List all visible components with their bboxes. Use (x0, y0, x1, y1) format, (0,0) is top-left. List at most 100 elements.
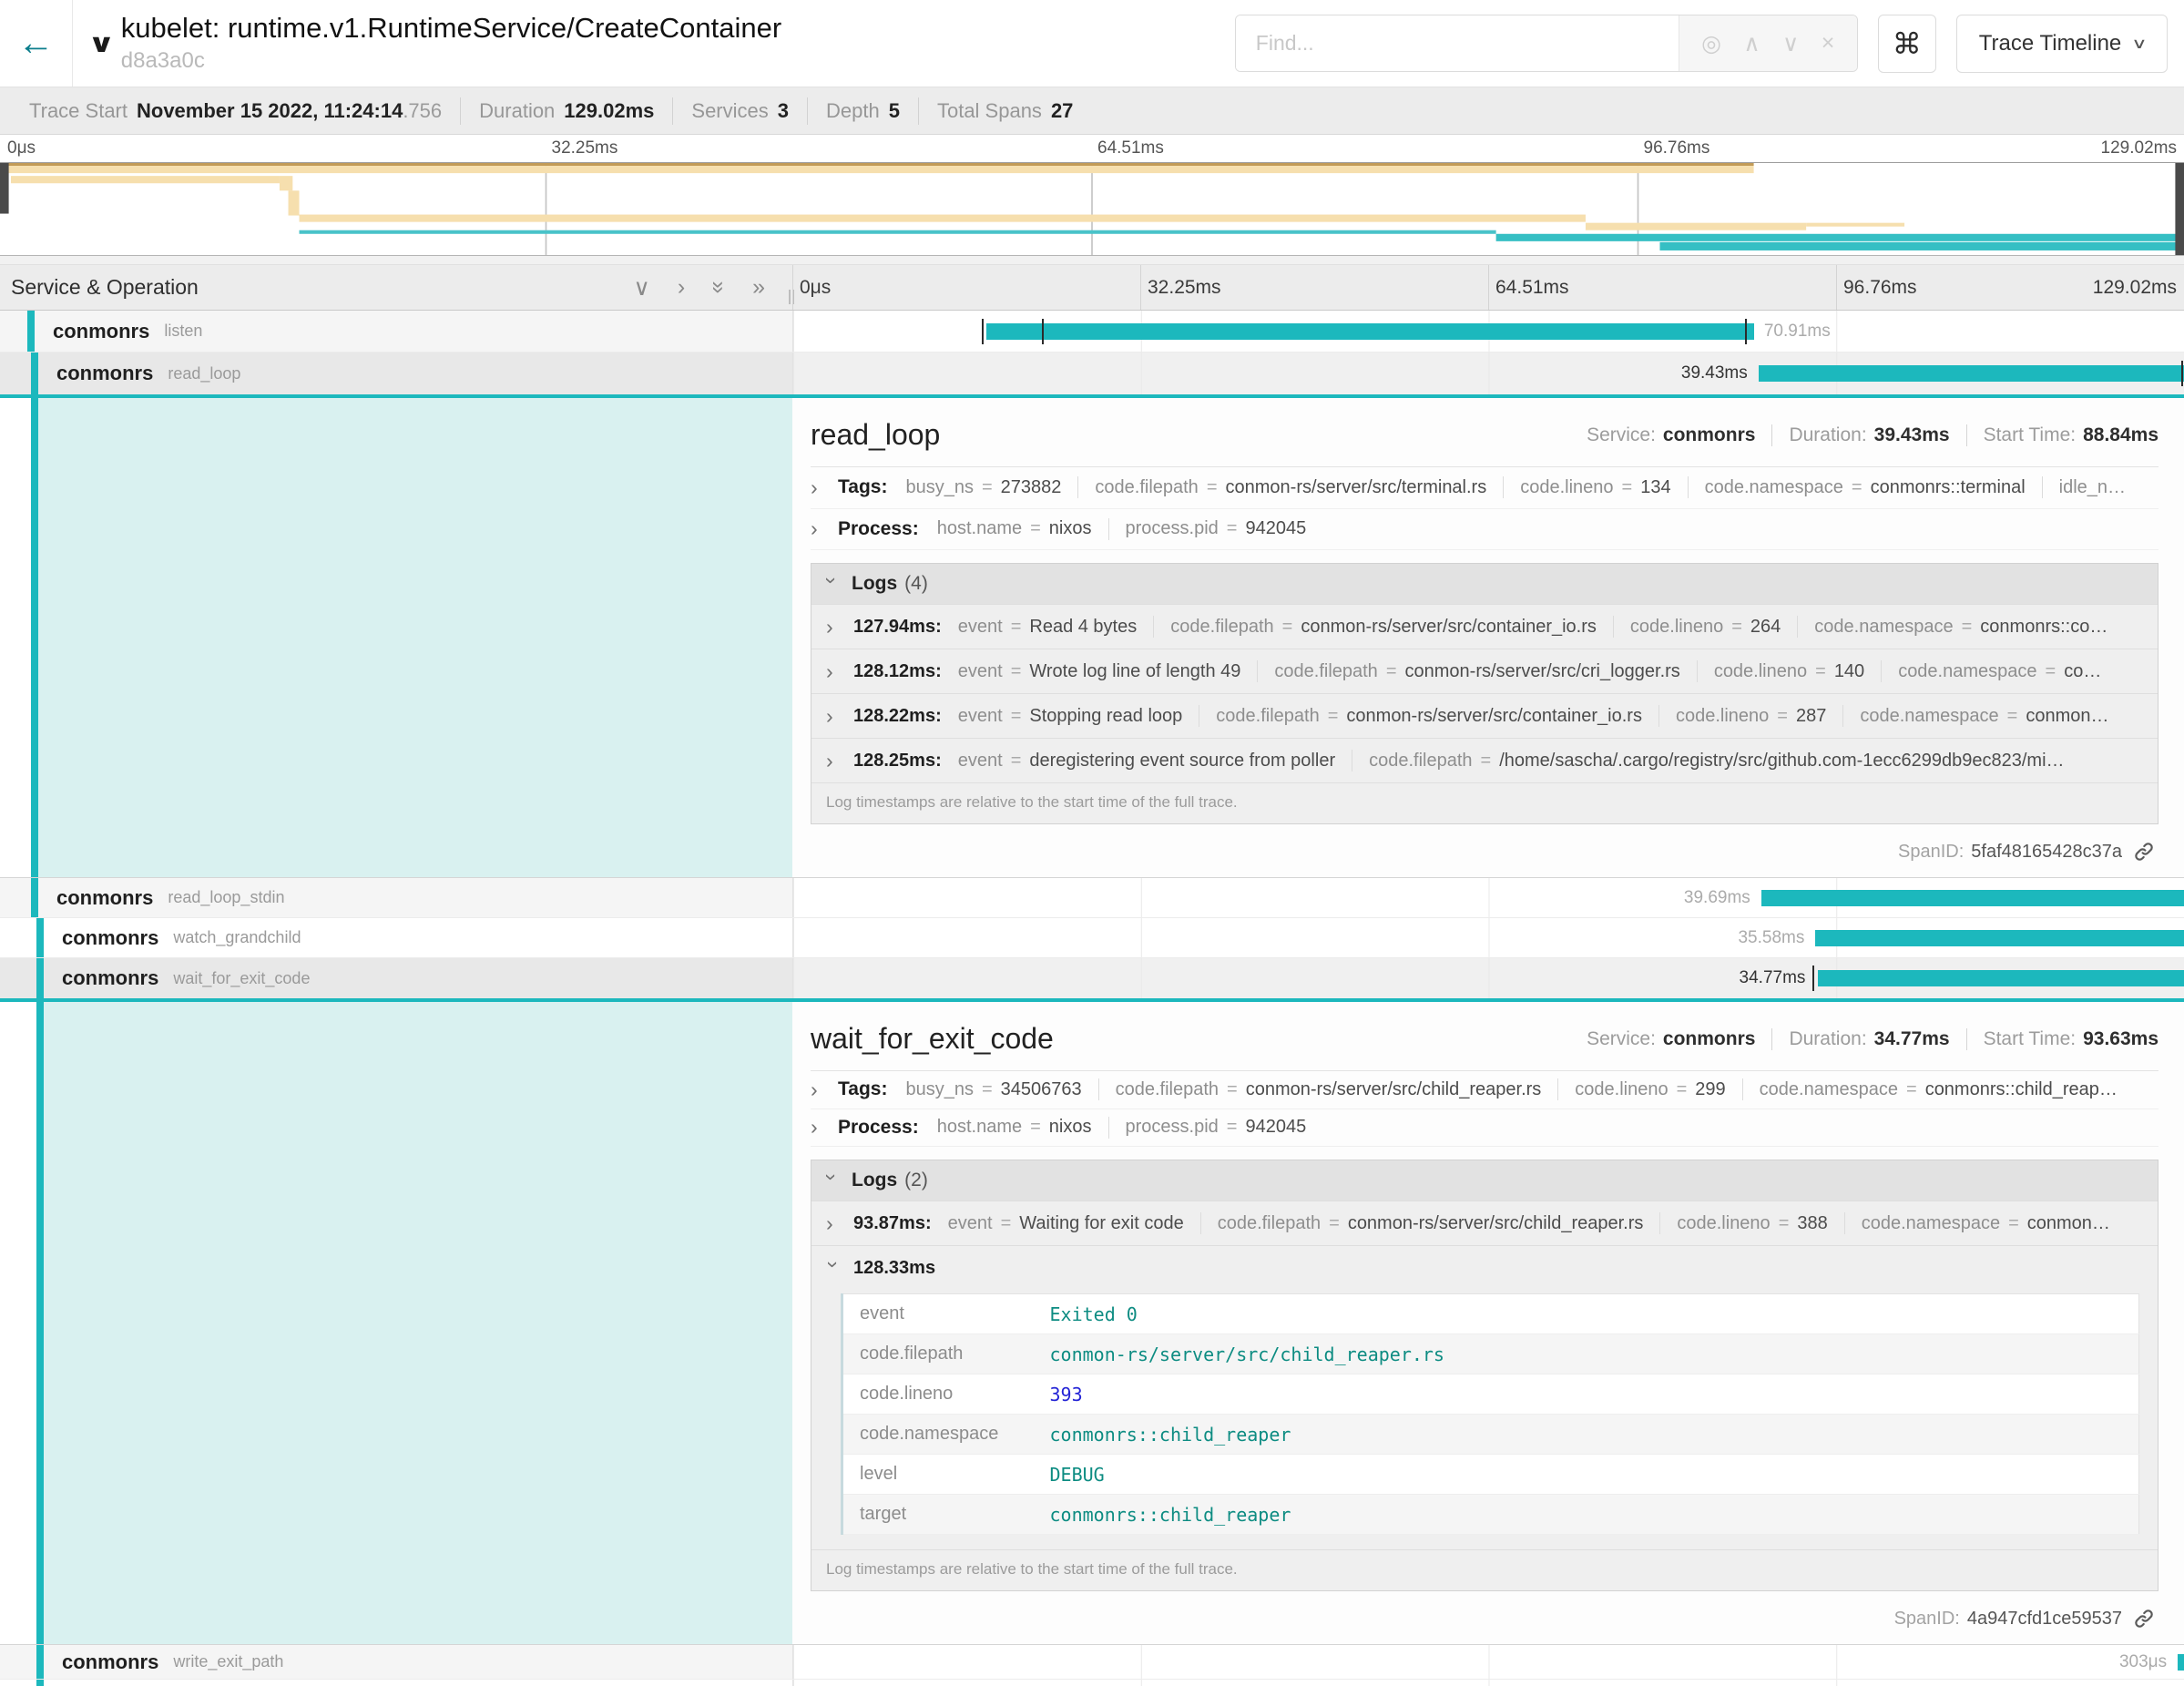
log-entry-expanded[interactable]: › 128.33ms (811, 1245, 2158, 1290)
span-row-listen[interactable]: conmonrs listen 70.91ms (0, 311, 2184, 353)
collapse-one-icon[interactable]: ∨ (634, 274, 650, 301)
span-row-watch-grandchild[interactable]: conmonrs watch_grandchild 35.58ms (0, 918, 2184, 958)
find-group: ◎ ∧ ∨ × (1235, 15, 1858, 72)
span-row-partial[interactable] (0, 1680, 2184, 1686)
log-timestamp: 128.22ms: (853, 706, 942, 727)
detail-body: read_loop Service:conmonrs Duration:39.4… (792, 398, 2184, 877)
span-bar[interactable] (1818, 970, 2184, 986)
detail-header[interactable]: read_loop Service:conmonrs Duration:39.4… (811, 398, 2158, 467)
trace-total-spans: Total Spans 27 (918, 97, 1091, 125)
detail-title: wait_for_exit_code (811, 1022, 1054, 1056)
logs-header[interactable]: › Logs (4) (811, 564, 2158, 604)
timeline-tick: 0μs (800, 277, 831, 299)
collapse-all-icon[interactable]: » (706, 281, 732, 294)
chevron-right-icon: › (826, 1211, 841, 1236)
log-marker (2181, 361, 2183, 386)
process-row[interactable]: › Process: host.name=nixos process.pid=9… (811, 509, 2158, 551)
span-id-row: SpanID: 5faf48165428c37a (811, 830, 2158, 877)
span-operation: wait_for_exit_code (173, 969, 310, 988)
prev-result-icon[interactable]: ∧ (1743, 30, 1760, 57)
process-row[interactable]: › Process: host.name=nixos process.pid=9… (811, 1109, 2158, 1148)
span-color-accent (31, 353, 38, 394)
span-timeline-cell[interactable] (792, 1680, 2184, 1686)
span-timeline-cell[interactable]: 35.58ms (792, 918, 2184, 957)
log-entry[interactable]: › 128.25ms: event=deregistering event so… (811, 738, 2158, 782)
trace-start: Trace Start November 15 2022, 11:24:14.7… (11, 97, 460, 125)
detail-highlight-column[interactable] (38, 398, 792, 877)
timeline-header: 0μs 32.25ms 64.51ms 96.76ms 129.02ms (792, 265, 2184, 310)
top-bar: ← ∨ kubelet: runtime.v1.RuntimeService/C… (0, 0, 2184, 87)
log-marker (1812, 966, 1814, 991)
chevron-down-icon: › (820, 577, 844, 591)
span-service: conmonrs (53, 320, 149, 343)
find-input[interactable] (1236, 15, 1679, 71)
span-bar[interactable] (1759, 365, 2184, 382)
span-bar[interactable] (2178, 1654, 2184, 1671)
duration-value: 39.43ms (1874, 424, 1950, 446)
span-row-wait-for-exit-code[interactable]: conmonrs wait_for_exit_code 34.77ms (0, 958, 2184, 998)
log-entry[interactable]: › 128.22ms: event=Stopping read loop cod… (811, 693, 2158, 738)
view-selector-label: Trace Timeline (1979, 31, 2122, 56)
copy-link-icon[interactable] (2133, 1608, 2155, 1630)
chevron-right-icon: › (811, 1115, 825, 1139)
tags-row[interactable]: › Tags: busy_ns=273882 code.filepath=con… (811, 467, 2158, 509)
span-id-row: SpanID: 4a947cfd1ce59537 (811, 1597, 2158, 1644)
span-operation: listen (164, 322, 202, 341)
keyboard-shortcuts-button[interactable]: ⌘ (1878, 15, 1936, 73)
detail-header[interactable]: wait_for_exit_code Service:conmonrs Dura… (811, 1002, 2158, 1071)
trace-start-value: November 15 2022, 11:24:14 (137, 99, 403, 123)
trace-id: d8a3a0c (121, 48, 781, 74)
span-table-header: Service & Operation ∨ › » » 0μs 32.25ms … (0, 265, 2184, 311)
span-row-read-loop[interactable]: conmonrs read_loop 39.43ms (0, 353, 2184, 394)
span-color-accent (31, 398, 38, 877)
span-row-write-exit-path[interactable]: conmonrs write_exit_path 303μs (0, 1645, 2184, 1680)
minimap-canvas[interactable] (0, 162, 2184, 256)
chevron-down-icon: › (822, 1261, 846, 1275)
view-selector-button[interactable]: Trace Timeline ∨ (1956, 15, 2168, 73)
span-service: conmonrs (62, 926, 158, 950)
total-spans-value: 27 (1051, 99, 1073, 123)
tags-row[interactable]: › Tags: busy_ns=34506763 code.filepath=c… (811, 1071, 2158, 1109)
service-operation-header: Service & Operation ∨ › » » (0, 265, 792, 310)
chevron-right-icon: › (826, 704, 841, 729)
trace-timeline-page: ← ∨ kubelet: runtime.v1.RuntimeService/C… (0, 0, 2184, 1686)
log-entry[interactable]: › 128.12ms: event=Wrote log line of leng… (811, 649, 2158, 693)
clear-search-icon[interactable]: × (1822, 30, 1835, 56)
duration-label: Duration: (1789, 424, 1866, 446)
span-id-label: SpanID: (1894, 1609, 1960, 1630)
span-bar[interactable] (1815, 930, 2184, 946)
copy-link-icon[interactable] (2133, 841, 2155, 863)
log-entry[interactable]: › 93.87ms: event=Waiting for exit code c… (811, 1201, 2158, 1245)
duration-label: Duration (479, 99, 555, 123)
timeline-tick: 32.25ms (1148, 277, 1221, 299)
span-timeline-cell[interactable]: 70.91ms (792, 311, 2184, 352)
detail-body: wait_for_exit_code Service:conmonrs Dura… (792, 1002, 2184, 1644)
expand-one-icon[interactable]: › (678, 274, 685, 301)
match-case-icon[interactable]: ◎ (1701, 30, 1721, 57)
log-entry[interactable]: › 127.94ms: event=Read 4 bytes code.file… (811, 604, 2158, 649)
span-timeline-cell[interactable]: 303μs (792, 1645, 2184, 1679)
span-timeline-cell[interactable]: 34.77ms (792, 958, 2184, 998)
start-time-value: 93.63ms (2083, 1028, 2158, 1050)
expand-all-icon[interactable]: » (752, 274, 765, 301)
chevron-down-icon: › (820, 1173, 844, 1188)
next-result-icon[interactable]: ∨ (1782, 30, 1799, 57)
back-button[interactable]: ← (0, 0, 73, 87)
logs-header[interactable]: › Logs (2) (811, 1160, 2158, 1201)
logs-count: (2) (904, 1170, 928, 1191)
span-timeline-cell[interactable]: 39.43ms (792, 353, 2184, 394)
span-bar[interactable] (1761, 890, 2184, 906)
depth-value: 5 (889, 99, 900, 123)
logs-count: (4) (904, 573, 928, 595)
span-row-read-loop-stdin[interactable]: conmonrs read_loop_stdin 39.69ms (0, 878, 2184, 918)
span-timeline-cell[interactable]: 39.69ms (792, 878, 2184, 917)
span-bar[interactable] (986, 323, 1754, 340)
depth-label: Depth (826, 99, 880, 123)
span-color-accent (36, 958, 44, 998)
process-label: Process: (838, 1117, 919, 1139)
log-marker (982, 319, 984, 344)
trace-title-chevron-down-icon[interactable]: ∨ (87, 28, 116, 58)
span-detail-read-loop: read_loop Service:conmonrs Duration:39.4… (0, 394, 2184, 878)
detail-meta: Service:conmonrs Duration:34.77ms Start … (1587, 1028, 2158, 1050)
detail-highlight-column[interactable] (44, 1002, 792, 1644)
